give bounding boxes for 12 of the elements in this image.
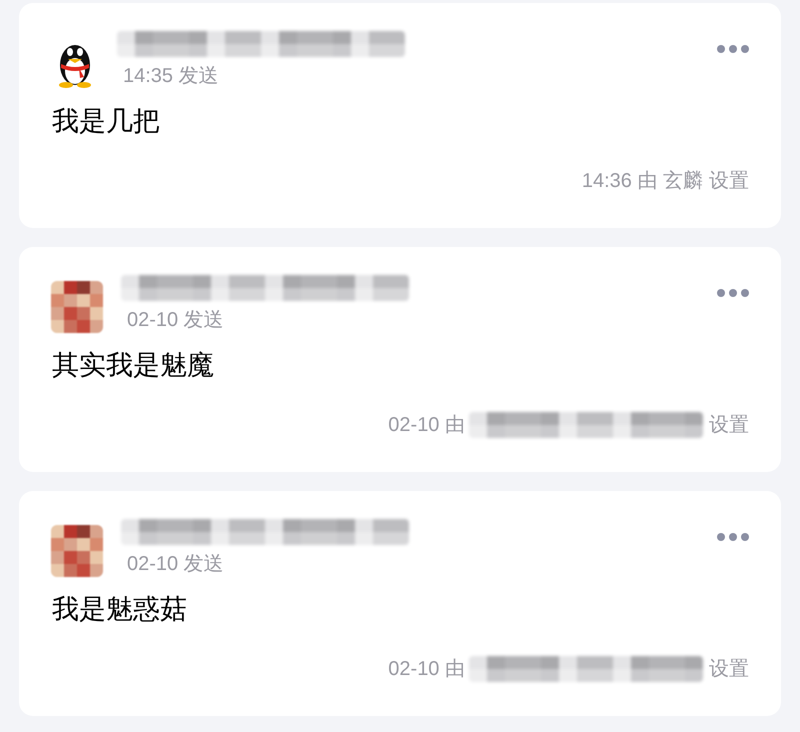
set-by-info: 14:36 由 玄麟 (582, 169, 703, 194)
set-by-info: 02-10 由 (388, 657, 465, 682)
send-time: 14:35 发送 (122, 64, 220, 89)
send-time: 02-10 发送 (126, 552, 225, 577)
message-text: 其实我是魅魔 (51, 349, 215, 382)
message-text: 我是魅惑菇 (51, 593, 188, 626)
set-by-info: 02-10 由 (388, 413, 465, 438)
send-time: 02-10 发送 (126, 308, 225, 333)
settings-link[interactable]: 设置 (709, 166, 749, 196)
settings-link[interactable]: 设置 (709, 410, 749, 440)
settings-link[interactable]: 设置 (709, 654, 749, 684)
message-text: 我是几把 (51, 105, 161, 138)
